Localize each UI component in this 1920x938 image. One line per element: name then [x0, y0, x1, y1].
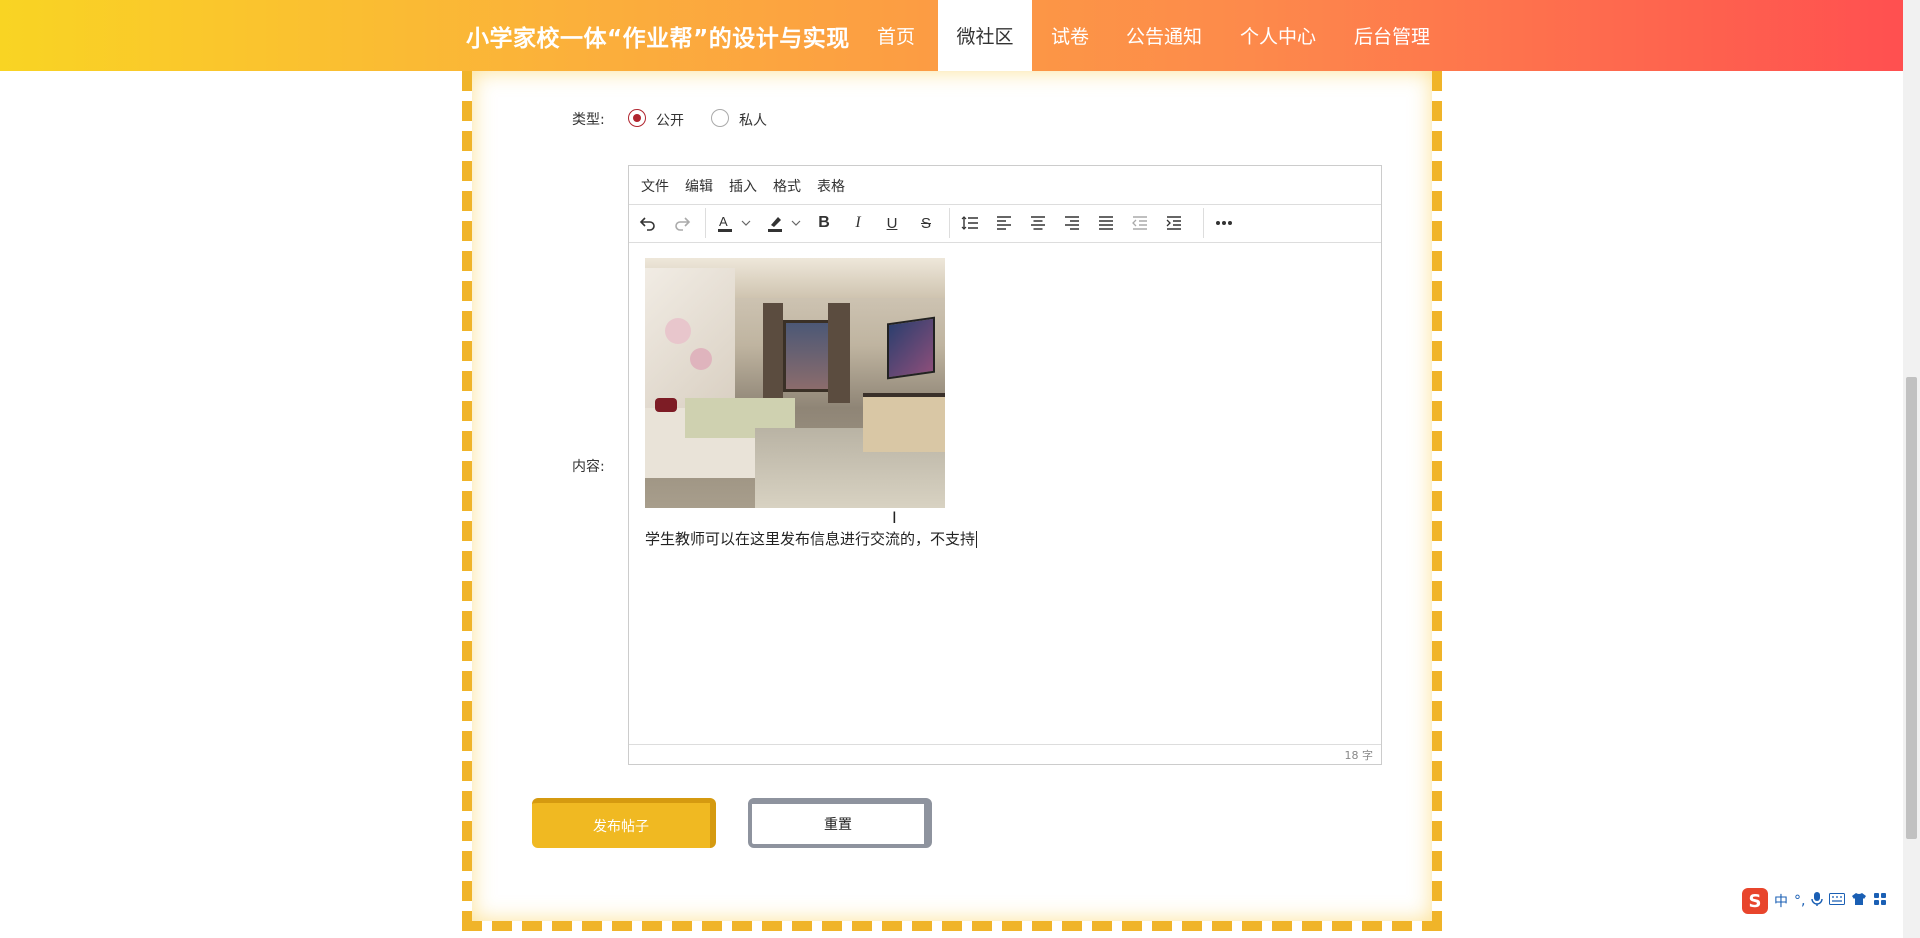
top-navbar: 小学家校一体“作业帮”的设计与实现 首页 微社区 试卷 公告通知 个人中心 后台…	[0, 0, 1920, 71]
type-radio-public-label[interactable]: 公开	[656, 110, 684, 130]
content-label: 内容:	[572, 459, 605, 475]
reset-button[interactable]: 重置	[748, 798, 932, 848]
align-left-icon[interactable]	[991, 211, 1017, 235]
align-center-icon[interactable]	[1025, 211, 1051, 235]
text-color-dropdown-icon[interactable]	[739, 211, 753, 235]
editor-toolbar: A B I U S	[629, 204, 1381, 243]
underline-icon[interactable]: U	[879, 211, 905, 235]
text-color-icon[interactable]: A	[713, 211, 739, 235]
inserted-hotel-room-image[interactable]	[645, 258, 945, 508]
menu-edit[interactable]: 编辑	[685, 176, 713, 196]
page-scrollbar-thumb[interactable]	[1906, 377, 1917, 839]
ime-lang-indicator[interactable]: 中	[1774, 891, 1788, 911]
indent-icon[interactable]	[1161, 211, 1187, 235]
bold-icon[interactable]: B	[811, 211, 837, 235]
italic-icon[interactable]: I	[845, 211, 871, 235]
line-height-icon[interactable]	[957, 211, 983, 235]
rich-text-editor: 文件 编辑 插入 格式 表格 A B I U S 学生教师可以在这里发布信息进行…	[628, 165, 1382, 765]
type-radio-private[interactable]	[711, 109, 729, 127]
strikethrough-icon[interactable]: S	[913, 211, 939, 235]
align-justify-icon[interactable]	[1093, 211, 1119, 235]
site-title: 小学家校一体“作业帮”的设计与实现	[466, 26, 850, 52]
sogou-logo-icon[interactable]: S	[1742, 888, 1768, 914]
skin-shirt-icon[interactable]	[1851, 892, 1867, 910]
word-count: 18 字	[1344, 749, 1374, 762]
ime-toolbar[interactable]: S 中 °,	[1742, 886, 1887, 916]
type-label: 类型:	[572, 112, 605, 128]
nav-personal-center[interactable]: 个人中心	[1232, 0, 1324, 71]
grid-menu-icon[interactable]	[1873, 892, 1887, 910]
highlight-dropdown-icon[interactable]	[789, 211, 803, 235]
nav-community[interactable]: 微社区	[938, 0, 1032, 71]
align-right-icon[interactable]	[1059, 211, 1085, 235]
menu-insert[interactable]: 插入	[729, 176, 757, 196]
text-cursor-icon: I	[892, 508, 897, 527]
menu-file[interactable]: 文件	[641, 176, 669, 196]
editor-content-area[interactable]: 学生教师可以在这里发布信息进行交流的，不支持	[629, 242, 1381, 746]
type-radio-public[interactable]	[628, 109, 646, 127]
nav-home[interactable]: 首页	[866, 0, 926, 71]
publish-post-button[interactable]: 发布帖子	[532, 798, 716, 848]
editor-statusbar: 18 字	[629, 744, 1381, 764]
more-icon[interactable]	[1211, 211, 1237, 235]
highlight-icon[interactable]	[763, 211, 789, 235]
keyboard-icon[interactable]	[1829, 893, 1846, 909]
menu-table[interactable]: 表格	[817, 176, 845, 196]
svg-text:A: A	[719, 214, 728, 229]
microphone-icon[interactable]	[1811, 891, 1824, 911]
nav-admin[interactable]: 后台管理	[1346, 0, 1438, 71]
nav-announcement[interactable]: 公告通知	[1118, 0, 1210, 71]
nav-exam[interactable]: 试卷	[1044, 0, 1096, 71]
type-radio-private-label[interactable]: 私人	[739, 110, 767, 130]
menu-format[interactable]: 格式	[773, 176, 801, 196]
editor-content-text[interactable]: 学生教师可以在这里发布信息进行交流的，不支持	[645, 528, 978, 549]
editor-menubar: 文件 编辑 插入 格式 表格	[629, 166, 1381, 205]
undo-icon[interactable]	[635, 211, 661, 235]
ime-punct-indicator[interactable]: °,	[1794, 893, 1805, 909]
outdent-icon[interactable]	[1127, 211, 1153, 235]
redo-icon[interactable]	[669, 211, 695, 235]
